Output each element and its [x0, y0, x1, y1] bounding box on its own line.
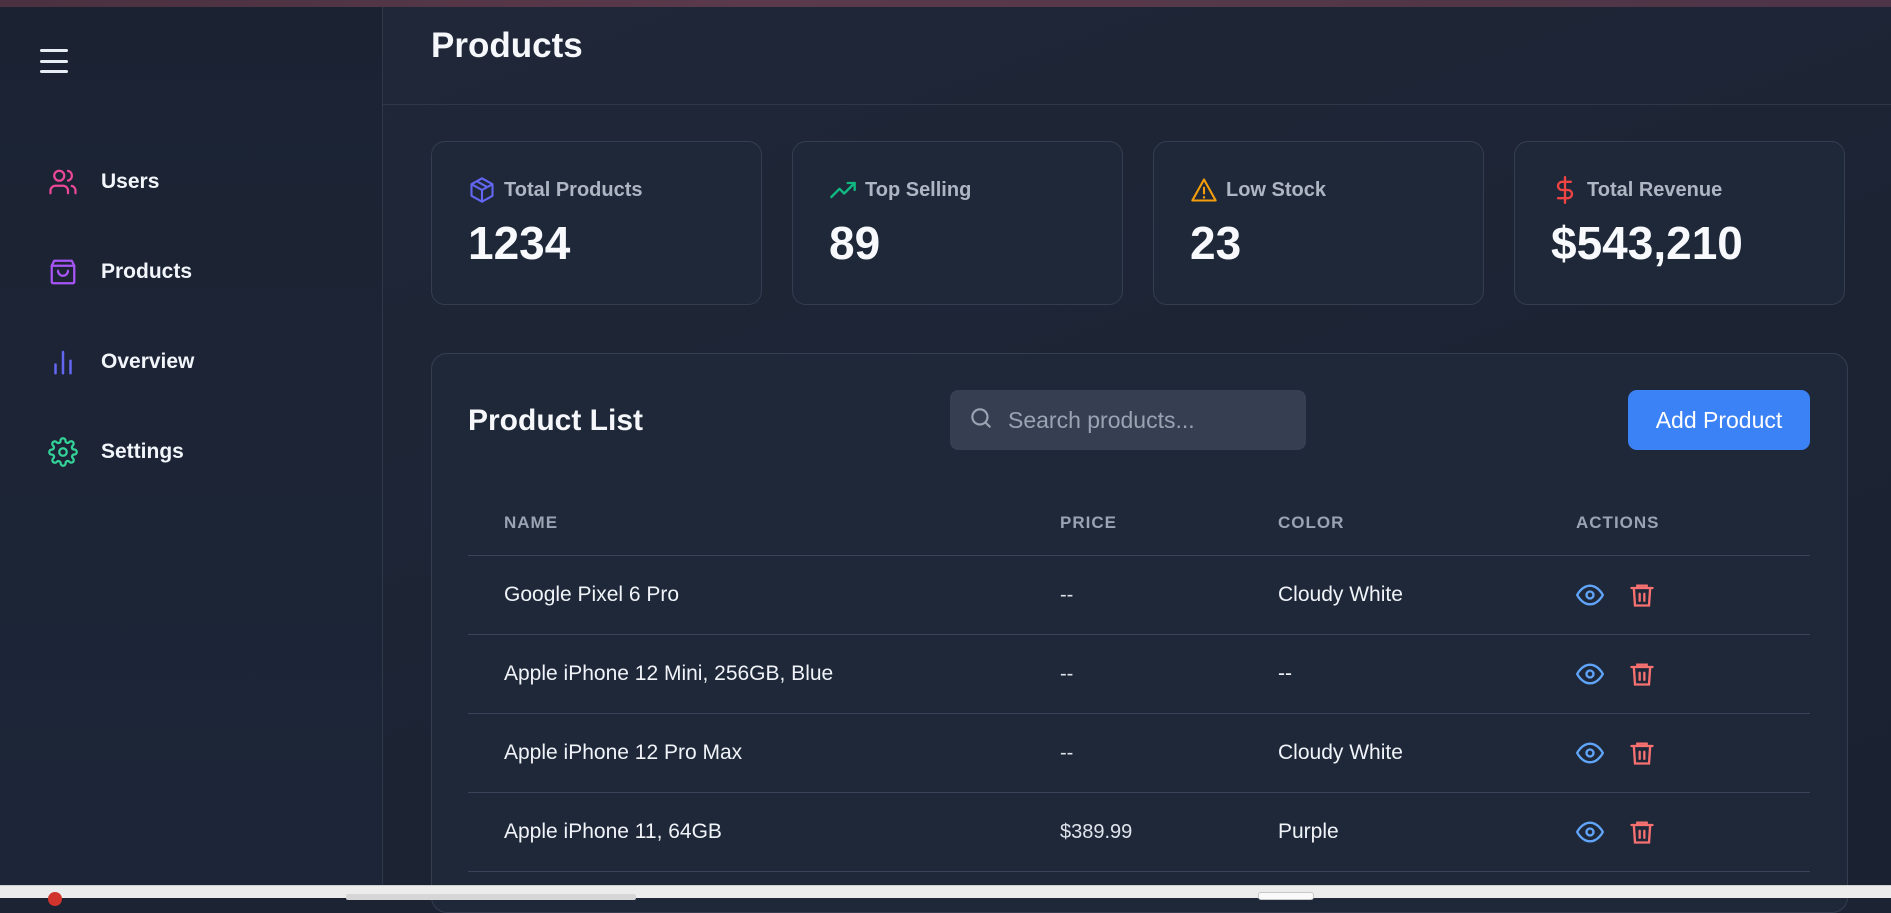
table-row: Apple iPhone 12 Mini, 256GB, Blue -- --	[468, 635, 1810, 714]
page-header: Products	[383, 7, 1891, 105]
search-input[interactable]	[1008, 406, 1298, 434]
gear-icon	[48, 437, 78, 467]
stat-value: 1234	[468, 217, 571, 269]
product-list-panel: Product List Add Product NAME PRICE COLO…	[431, 353, 1848, 913]
shopping-bag-icon	[48, 257, 78, 287]
stat-title: Low Stock	[1226, 178, 1327, 201]
bar-chart-icon	[48, 347, 78, 377]
table-row: Apple iPhone 11, 64GB $389.99 Purple	[468, 793, 1810, 872]
cell-actions	[1576, 818, 1810, 846]
column-header-color[interactable]: COLOR	[1278, 513, 1576, 533]
sidebar-item-label: Overview	[101, 350, 195, 373]
product-list-title: Product List	[468, 404, 644, 437]
sidebar-item-users[interactable]: Users	[0, 157, 382, 207]
sidebar-nav: Users Products Overview Settings	[0, 157, 382, 517]
cell-price: $389.99	[1060, 820, 1133, 843]
trash-icon[interactable]	[1628, 581, 1656, 609]
sidebar-item-label: Users	[101, 170, 160, 193]
cell-price: --	[1060, 583, 1074, 606]
cell-name: Apple iPhone 11, 64GB	[504, 820, 722, 843]
os-taskbar	[0, 885, 1891, 906]
stat-value: 23	[1190, 217, 1242, 269]
cell-actions	[1576, 739, 1810, 767]
taskbar-tab[interactable]	[1258, 892, 1314, 900]
taskbar-tab[interactable]	[346, 894, 636, 900]
stats-row: Total Products 1234 Top Selling 89 Low S…	[431, 141, 1845, 305]
cell-actions	[1576, 660, 1810, 688]
cell-color: Cloudy White	[1278, 583, 1403, 606]
cell-color: --	[1278, 662, 1292, 685]
cell-actions	[1576, 581, 1810, 609]
stat-title: Total Revenue	[1587, 178, 1723, 201]
table-header: NAME PRICE COLOR ACTIONS	[468, 490, 1810, 556]
stat-card-low-stock: Low Stock 23	[1153, 141, 1484, 305]
cell-name: Google Pixel 6 Pro	[504, 583, 680, 606]
sidebar: Users Products Overview Settings	[0, 7, 383, 885]
column-header-name[interactable]: NAME	[468, 513, 1060, 533]
sidebar-item-settings[interactable]: Settings	[0, 427, 382, 477]
cell-name: Apple iPhone 12 Pro Max	[504, 741, 743, 764]
stat-card-total-products: Total Products 1234	[431, 141, 762, 305]
stat-title: Top Selling	[865, 178, 972, 201]
cell-price: --	[1060, 662, 1074, 685]
stat-card-total-revenue: Total Revenue $543,210	[1514, 141, 1845, 305]
window-top-strip	[0, 0, 1891, 7]
cell-color: Purple	[1278, 820, 1339, 843]
alert-triangle-icon	[1190, 176, 1218, 204]
stat-card-top-selling: Top Selling 89	[792, 141, 1123, 305]
search-icon	[968, 405, 994, 436]
column-header-price[interactable]: PRICE	[1060, 513, 1278, 533]
trash-icon[interactable]	[1628, 660, 1656, 688]
sidebar-item-overview[interactable]: Overview	[0, 337, 382, 387]
trending-up-icon	[829, 176, 857, 204]
app-shell: Users Products Overview Settings Product…	[0, 7, 1891, 913]
stat-value: 89	[829, 217, 881, 269]
column-header-actions: ACTIONS	[1576, 512, 1660, 532]
package-icon	[468, 176, 496, 204]
trash-icon[interactable]	[1628, 818, 1656, 846]
add-product-button[interactable]: Add Product	[1628, 390, 1810, 450]
stat-value: $543,210	[1551, 217, 1743, 269]
sidebar-item-label: Products	[101, 260, 193, 283]
cell-color: Cloudy White	[1278, 741, 1403, 764]
page-title: Products	[431, 25, 583, 65]
view-icon[interactable]	[1576, 818, 1604, 846]
users-icon	[48, 167, 78, 197]
dollar-icon	[1551, 176, 1579, 204]
view-icon[interactable]	[1576, 581, 1604, 609]
main-content: Products Total Products 1234 Top Selling…	[383, 7, 1891, 913]
view-icon[interactable]	[1576, 739, 1604, 767]
sidebar-item-label: Settings	[101, 440, 184, 463]
trash-icon[interactable]	[1628, 739, 1656, 767]
stat-title: Total Products	[504, 178, 643, 201]
product-table: NAME PRICE COLOR ACTIONS Google Pixel 6 …	[468, 490, 1810, 872]
view-icon[interactable]	[1576, 660, 1604, 688]
app-indicator-icon[interactable]	[48, 892, 62, 906]
sidebar-item-products[interactable]: Products	[0, 247, 382, 297]
table-row: Apple iPhone 12 Pro Max -- Cloudy White	[468, 714, 1810, 793]
search-box[interactable]	[950, 390, 1306, 450]
table-row: Google Pixel 6 Pro -- Cloudy White	[468, 556, 1810, 635]
cell-price: --	[1060, 741, 1074, 764]
cell-name: Apple iPhone 12 Mini, 256GB, Blue	[504, 662, 834, 685]
menu-toggle-icon[interactable]	[40, 49, 68, 73]
